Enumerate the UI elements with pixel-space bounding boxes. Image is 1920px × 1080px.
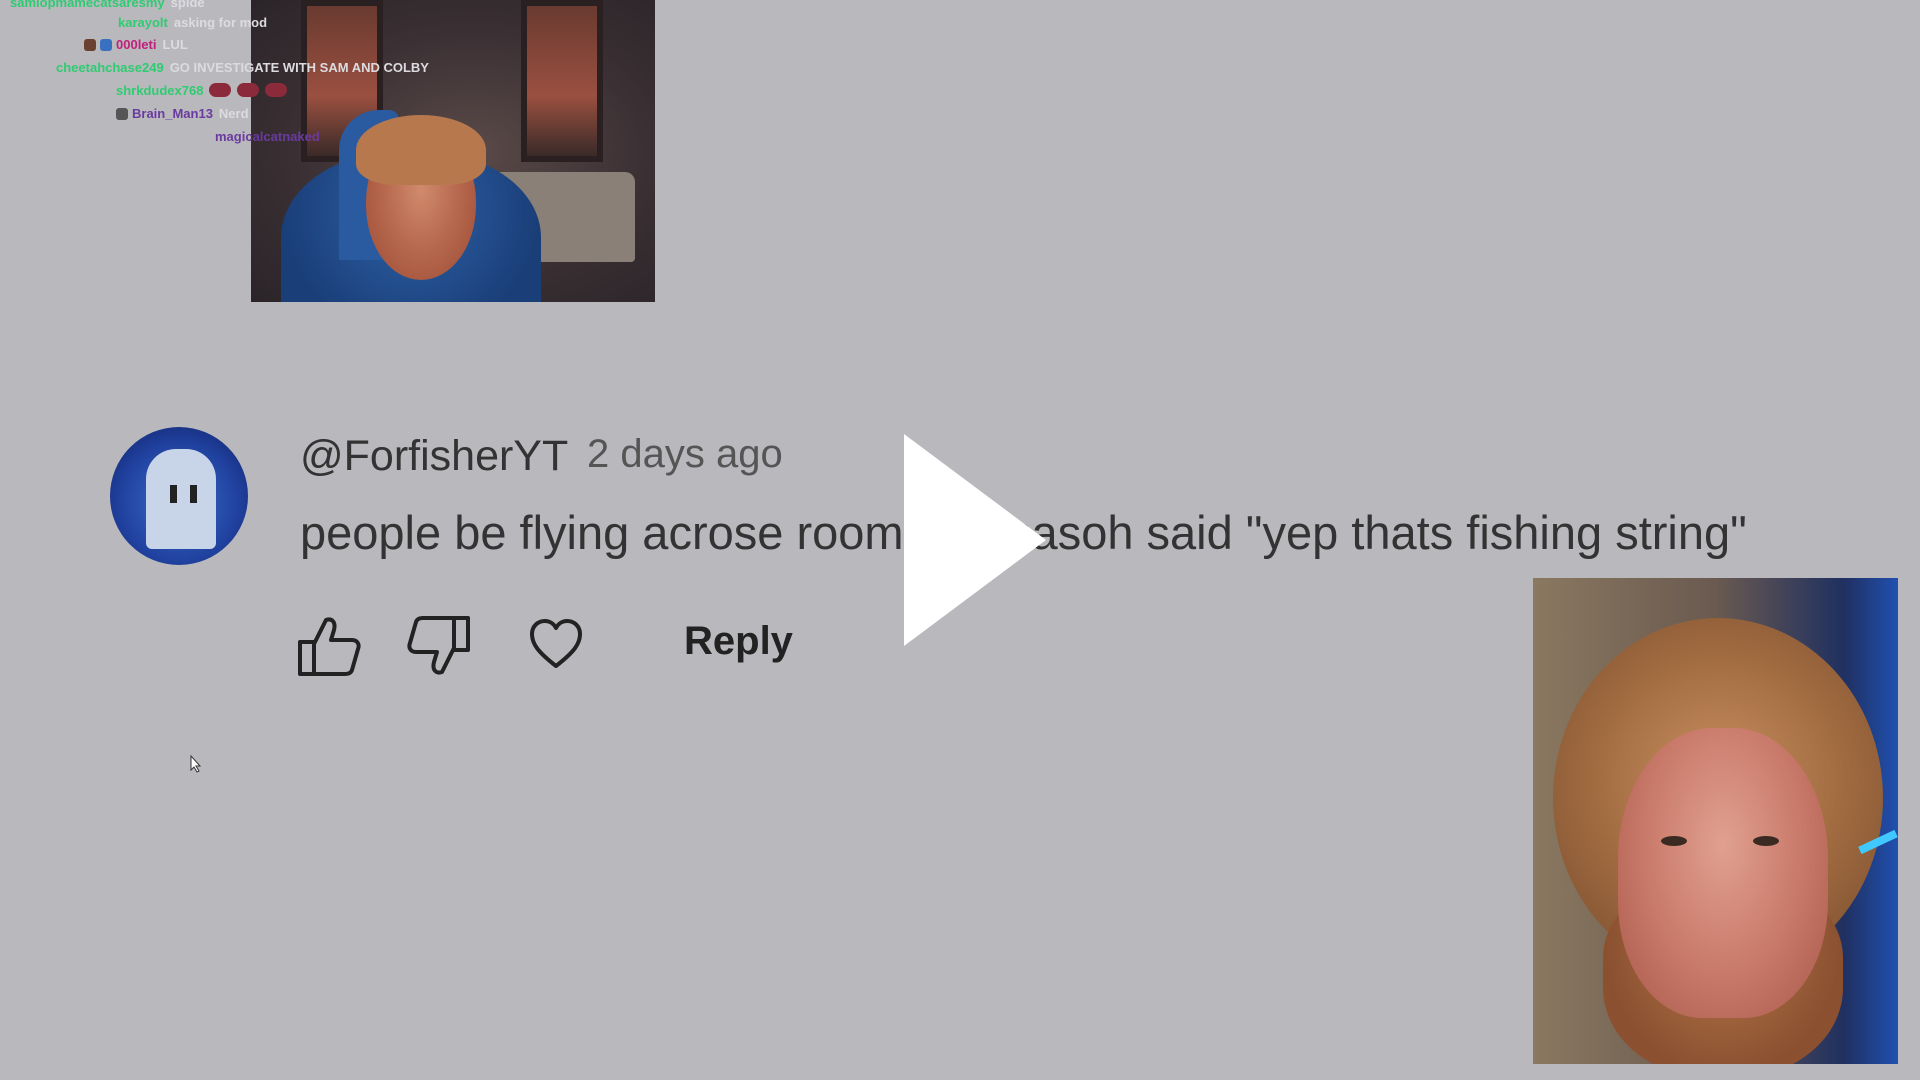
avatar[interactable] (110, 427, 248, 565)
chat-username: Brain_Man13 (132, 106, 213, 121)
chat-username: cheetahchase249 (56, 60, 164, 75)
chat-badge (116, 108, 128, 120)
chat-badge (84, 39, 96, 51)
webcam-feed-bottom-right (1533, 578, 1898, 1064)
chat-message: cheetahchase249 GO INVESTIGATE WITH SAM A… (56, 59, 429, 77)
chat-text: LUL (162, 37, 188, 52)
chat-username: magicalcatnaked (215, 129, 320, 144)
chat-message: samiopmamecatsaresmy spide (10, 0, 205, 12)
chat-message: shrkdudex768 (116, 82, 288, 100)
emote-icon (265, 83, 288, 97)
chat-message: karayolt asking for mod (118, 14, 267, 32)
chat-username: shrkdudex768 (116, 83, 204, 98)
chat-text: asking for mod (173, 15, 268, 30)
chat-text: Nerd (218, 106, 249, 121)
chat-message: magicalcatnaked (215, 128, 320, 146)
avatar-ghost (146, 449, 216, 549)
streamer-eye (1661, 836, 1687, 846)
chat-username: samiopmamecatsaresmy (10, 0, 165, 10)
chat-username: karayolt (118, 15, 168, 30)
comment-timestamp[interactable]: 2 days ago (587, 432, 783, 477)
streamer-eye (1753, 836, 1779, 846)
emote-icon (209, 83, 232, 97)
avatar-eye (190, 485, 197, 503)
chat-overlay: samiopmamecatsaresmy spide karayolt asking… (0, 0, 520, 150)
thumbs-up-icon[interactable] (296, 614, 362, 678)
chat-message: Brain_Man13 Nerd (116, 105, 249, 123)
cursor-icon (190, 755, 202, 773)
thumbs-down-icon[interactable] (406, 614, 472, 678)
chat-text: spide (170, 0, 205, 10)
streamer-face (1618, 728, 1828, 1018)
room-window (521, 0, 603, 162)
chat-text: GO INVESTIGATE WITH SAM AND COLBY (169, 60, 429, 75)
avatar-eye (170, 485, 177, 503)
comment-author[interactable]: @ForfisherYT (300, 432, 568, 481)
play-icon[interactable] (900, 430, 1050, 650)
heart-icon[interactable] (528, 618, 584, 670)
reply-button[interactable]: Reply (684, 619, 793, 664)
emote-icon (237, 83, 260, 97)
chat-message: 000leti LUL (84, 36, 188, 54)
chat-badge (100, 39, 112, 51)
chat-username: 000leti (116, 37, 157, 52)
